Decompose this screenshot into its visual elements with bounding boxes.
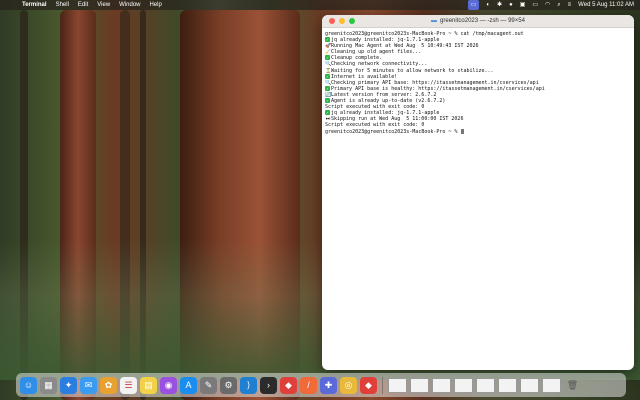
vpn-icon[interactable]: ◐ [486, 0, 490, 10]
terminal-titlebar[interactable]: ▬ greenitco2023 — -zsh — 99×54 [322, 15, 634, 28]
screen-share-icon[interactable]: ▭ [467, 0, 480, 10]
menu-shell[interactable]: Shell [56, 0, 69, 10]
dock-minimized-window[interactable] [520, 377, 539, 393]
dock-pen-app-icon[interactable]: / [300, 376, 317, 394]
dock-photos-icon[interactable]: ✿ [100, 376, 117, 394]
check-icon: ✓ [325, 73, 330, 79]
terminal-line-text: greenitco2023@greenitco2023s-MacBook-Pro… [325, 31, 524, 37]
terminal-window[interactable]: ▬ greenitco2023 — -zsh — 99×54 greenitco2… [322, 15, 634, 370]
dock-reminders-icon[interactable]: ☰ [120, 376, 137, 394]
dock-minimized-window[interactable] [410, 377, 429, 393]
dock-script-editor-icon[interactable]: ✎ [200, 376, 217, 394]
dock-mail-icon[interactable]: ✉ [80, 376, 97, 394]
terminal-line-text: jq already installed: jq-1.7.1-apple [331, 110, 440, 117]
window-title: greenitco2023 — -zsh — 99×54 [440, 18, 525, 24]
dock-minimized-window[interactable] [542, 377, 561, 393]
display-icon[interactable]: ▣ [520, 0, 526, 10]
terminal-line-text: greenitco2023@greenitco2023s-MacBook-Pro… [325, 128, 461, 135]
terminal-line: greenitco2023@greenitco2023s-MacBook-Pro… [325, 128, 631, 135]
dock-trash-icon[interactable]: 🗑 [564, 377, 581, 394]
dock-minimized-window[interactable] [498, 377, 517, 393]
terminal-line-text: Script executed with exit code: 0 [325, 122, 425, 129]
dock: ☺ ▦ ✦ ✉ ✿ ☰ ▤ ◉ A ✎ ⚙ ⟩ › ◆ / ✚ ◎ ◆ 🗑 [16, 373, 626, 397]
dock-chrome-icon[interactable]: ◎ [340, 376, 357, 394]
terminal-line-text: Skipping run at Wed Aug 5 11:00:00 IST 2… [331, 116, 464, 123]
bluetooth-icon[interactable]: ✱ [497, 0, 502, 10]
dock-anydesk-icon[interactable]: ◆ [280, 376, 297, 394]
dock-podcasts-icon[interactable]: ◉ [160, 376, 177, 394]
terminal-line-text: Latest version from server: 2.6.7.2 [331, 91, 437, 98]
clock[interactable]: Wed 5 Aug 11:02 AM [578, 0, 634, 10]
dock-safari-icon[interactable]: ✦ [60, 376, 77, 394]
status-area: ▭ ◐ ✱ ● ▣ ▭ ◠ ⌕ ≡ Wed 5 Aug 11:02 AM [467, 0, 634, 10]
check-icon: ✓ [325, 37, 330, 43]
dock-system-settings-icon[interactable]: ⚙ [220, 376, 237, 394]
terminal-line-text: jq already installed: jq-1.7.1-apple [331, 37, 440, 44]
terminal-line-text: Running Mac Agent at Wed Aug 5 10:49:43 … [331, 43, 479, 50]
dock-app-store-icon[interactable]: A [180, 376, 197, 394]
dock-minimized-window[interactable] [476, 377, 495, 393]
dock-minimized-window[interactable] [432, 377, 451, 393]
text-cursor [461, 128, 465, 134]
terminal-line-text: Primary API base is healthy: https://ita… [331, 85, 545, 92]
terminal-line-text: Script executed with exit code: 0 [325, 104, 425, 111]
menu-window[interactable]: Window [119, 0, 140, 10]
search-icon[interactable]: ⌕ [557, 0, 560, 10]
dock-notes-icon[interactable]: ▤ [140, 376, 157, 394]
dock-launchpad-icon[interactable]: ▦ [40, 376, 57, 394]
check-icon: ✓ [325, 55, 330, 61]
terminal-line-text: Waiting for 5 minutes to allow network t… [331, 67, 494, 74]
terminal-line-text: Agent is already up-to-date (v2.6.7.2) [331, 98, 446, 105]
check-icon: ✓ [325, 98, 330, 104]
menu-help[interactable]: Help [150, 0, 162, 10]
check-icon: ✓ [325, 110, 330, 116]
dock-minimized-window[interactable] [454, 377, 473, 393]
terminal-output[interactable]: greenitco2023@greenitco2023s-MacBook-Pro… [322, 28, 634, 135]
battery-icon[interactable]: ▭ [532, 0, 538, 10]
dock-vscode-icon[interactable]: ⟩ [240, 376, 257, 394]
terminal-line-text: Checking primary API base: https://itass… [331, 79, 539, 86]
terminal-line-text: Internet is available! [331, 73, 398, 80]
dock-ms-app-icon[interactable]: ✚ [320, 376, 337, 394]
dock-terminal-icon[interactable]: › [260, 376, 277, 394]
menu-view[interactable]: View [97, 0, 110, 10]
folder-icon: ▬ [431, 18, 438, 24]
terminal-line-text: Cleaning up old agent files... [331, 49, 422, 56]
record-icon[interactable]: ● [509, 0, 513, 10]
terminal-line-text: Cleanup complete. [331, 55, 383, 62]
check-icon: ✓ [325, 85, 330, 91]
dock-minimized-window[interactable] [388, 377, 407, 393]
dock-separator [382, 376, 383, 394]
menu-app-name[interactable]: Terminal [22, 0, 47, 10]
terminal-line-text: Checking network connectivity... [331, 61, 428, 68]
wifi-icon[interactable]: ◠ [545, 0, 550, 10]
dock-finder-icon[interactable]: ☺ [20, 376, 37, 394]
menu-edit[interactable]: Edit [78, 0, 88, 10]
menu-bar: Terminal Shell Edit View Window Help ▭ ◐… [0, 0, 640, 10]
dock-anydesk-2-icon[interactable]: ◆ [360, 376, 377, 394]
control-center-icon[interactable]: ≡ [568, 0, 572, 10]
